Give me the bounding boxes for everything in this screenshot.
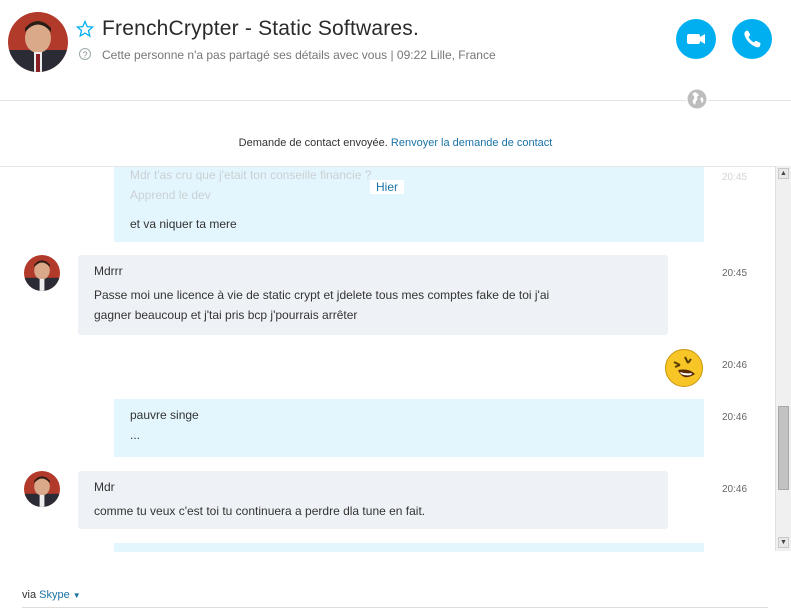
message-line: et va niquer ta mere xyxy=(130,217,237,231)
message-line: Mdr xyxy=(94,480,115,494)
resend-request-link[interactable]: Renvoyer la demande de contact xyxy=(391,137,552,149)
message-line: ... xyxy=(130,428,141,442)
day-divider: Hier xyxy=(370,180,404,194)
notice-text: Demande de contact envoyée. xyxy=(238,137,388,149)
phone-icon xyxy=(744,30,761,48)
contact-status: Cette personne n'a pas partagé ses détai… xyxy=(102,48,496,62)
dropdown-caret-icon[interactable]: ▼ xyxy=(73,591,81,600)
audio-call-button[interactable] xyxy=(732,19,772,59)
message-bubble-received[interactable]: Mdrrr Passe moi une licence à vie de sta… xyxy=(78,255,668,335)
message-time-faded: 20:45 xyxy=(722,172,748,183)
message-time: 20:45 xyxy=(722,268,748,279)
via-label: via xyxy=(22,589,37,601)
globe-icon[interactable] xyxy=(686,88,708,110)
favorite-star-icon[interactable] xyxy=(75,19,95,38)
message-bubble-sent[interactable]: pauvre singe ... xyxy=(114,399,704,457)
message-line: Mdrrr xyxy=(94,264,123,278)
video-call-button[interactable] xyxy=(676,19,716,59)
message-time: 20:46 xyxy=(722,484,748,495)
scroll-down-arrow-icon[interactable]: ▼ xyxy=(778,537,789,548)
message-bubble-partial xyxy=(114,543,704,552)
message-line: gagner beaucoup et j'tai pris bcp j'pour… xyxy=(94,308,358,322)
message-bubble-faded: Mdr t'as cru que j'etait ton conseille f… xyxy=(114,167,704,211)
scrollbar-thumb[interactable] xyxy=(778,406,789,490)
message-history[interactable]: Mdr t'as cru que j'etait ton conseille f… xyxy=(0,166,775,552)
message-line: Apprend le dev xyxy=(130,188,211,202)
message-via-selector[interactable]: via Skype ▼ xyxy=(22,589,81,601)
contact-avatar-small[interactable] xyxy=(24,255,60,291)
message-line: comme tu veux c'est toi tu continuera a … xyxy=(94,504,426,518)
message-bubble-received[interactable]: Mdr comme tu veux c'est toi tu continuer… xyxy=(78,471,668,529)
message-line: Mdr t'as cru que j'etait ton conseille f… xyxy=(130,168,372,182)
contact-request-notice: Demande de contact envoyée. Renvoyer la … xyxy=(0,137,791,149)
contact-name: FrenchCrypter - Static Softwares. xyxy=(102,17,420,40)
via-service[interactable]: Skype xyxy=(39,589,70,601)
message-time: 20:46 xyxy=(722,360,748,371)
help-icon[interactable]: ? xyxy=(79,48,91,60)
contact-avatar-small[interactable] xyxy=(24,471,60,507)
laugh-emoticon-icon[interactable] xyxy=(664,348,704,388)
message-line: pauvre singe xyxy=(130,408,199,422)
contact-avatar[interactable] xyxy=(8,12,68,72)
compose-divider xyxy=(22,607,768,608)
chat-scrollbar[interactable]: ▲ ▼ xyxy=(775,166,791,551)
message-line: Passe moi une licence à vie de static cr… xyxy=(94,288,550,302)
video-camera-icon xyxy=(687,34,705,44)
message-bubble-sent[interactable]: et va niquer ta mere xyxy=(114,208,704,242)
message-time: 20:46 xyxy=(722,412,748,423)
conversation-header: FrenchCrypter - Static Softwares. ? Cett… xyxy=(0,0,791,101)
scroll-up-arrow-icon[interactable]: ▲ xyxy=(778,168,789,179)
